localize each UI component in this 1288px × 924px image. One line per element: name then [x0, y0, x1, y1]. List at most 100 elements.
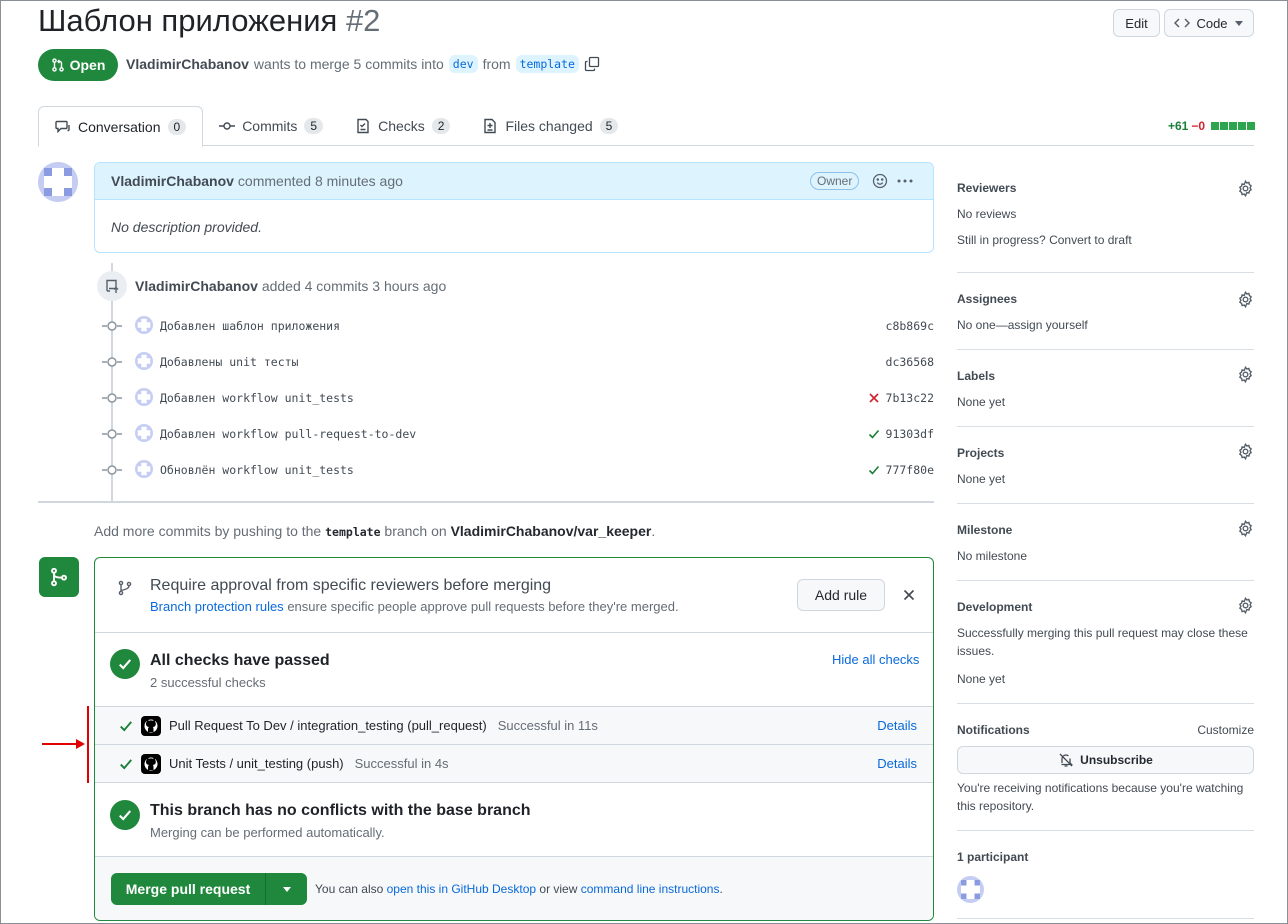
add-rule-button[interactable]: Add rule [797, 579, 885, 611]
check-row: Unit Tests / unit_testing (push) Success… [95, 745, 933, 783]
commit-node-icon [102, 321, 122, 331]
commit-sha[interactable]: dc36568 [886, 355, 934, 369]
customize-link[interactable]: Customize [1197, 723, 1254, 737]
commit-node-icon [102, 393, 122, 403]
git-branch-icon [51, 567, 67, 587]
commit-avatar[interactable] [135, 352, 153, 370]
from-text: from [482, 56, 511, 72]
commit-avatar[interactable] [135, 460, 153, 478]
code-icon [1174, 18, 1191, 28]
commit-node-icon [102, 357, 122, 367]
check-details-link[interactable]: Details [877, 718, 917, 733]
merge-footer: Merge pull request You can also open thi… [95, 857, 933, 920]
notifications-note: You're receiving notifications because y… [957, 781, 1244, 795]
merge-note: You can also open this in GitHub Desktop… [315, 882, 723, 896]
head-branch[interactable]: template [515, 55, 579, 73]
commit-message[interactable]: Добавлен workflow unit_tests [160, 391, 354, 405]
sidebar-projects: Projects None yet [957, 427, 1254, 504]
merge-options-button[interactable] [265, 873, 307, 905]
comment-action: commented 8 minutes ago [237, 173, 403, 189]
sidebar-heading: Projects [957, 446, 1005, 460]
tab-counter: 2 [431, 118, 451, 134]
check-icon[interactable] [868, 464, 880, 476]
edit-label: Edit [1125, 15, 1148, 31]
state-label: Open [69, 57, 106, 73]
commit-row: Добавлены unit тесты dc36568 [101, 350, 934, 374]
branch-protection-link[interactable]: Branch protection rules [150, 599, 284, 614]
gear-icon[interactable] [1237, 180, 1254, 197]
gear-icon[interactable] [1237, 291, 1254, 308]
success-badge [110, 800, 140, 830]
merge-status-icon [39, 557, 79, 597]
success-badge [110, 649, 140, 679]
code-button[interactable]: Code [1164, 9, 1254, 37]
bell-slash-icon [1059, 753, 1074, 767]
tab-counter: 5 [304, 118, 324, 134]
conflicts-subtitle: Merging can be performed automatically. [150, 825, 385, 840]
gear-icon[interactable] [1237, 443, 1254, 460]
push-event: VladimirChabanov added 4 commits 3 hours… [135, 278, 446, 294]
tab-files-changed[interactable]: Files changed 5 [466, 106, 634, 146]
gear-icon[interactable] [1237, 366, 1254, 383]
commit-sha[interactable]: 91303df [868, 427, 934, 441]
close-icon[interactable] [903, 589, 915, 601]
commit-sha-text: 7b13c22 [885, 391, 934, 405]
comment-author[interactable]: VladimirChabanov [111, 173, 234, 189]
commit-sha[interactable]: 777f80e [868, 463, 934, 477]
tab-commits[interactable]: Commits 5 [203, 106, 339, 146]
push-author[interactable]: VladimirChabanov [135, 278, 258, 294]
commit-row: Добавлен workflow unit_tests 7b13c22 [101, 386, 934, 410]
cli-instructions-link[interactable]: command line instructions [581, 882, 720, 896]
assign-yourself-link[interactable]: assign yourself [1008, 318, 1088, 332]
repo-link[interactable]: VladimirChabanov/var_keeper [451, 523, 652, 539]
check-icon[interactable] [868, 428, 880, 440]
commit-sha[interactable]: c8b869c [886, 319, 934, 333]
participant-avatar[interactable] [957, 876, 984, 903]
copy-icon[interactable] [584, 56, 600, 72]
owner-badge: Owner [810, 172, 860, 190]
pr-author-link[interactable]: VladimirChabanov [126, 56, 249, 72]
pr-title: Шаблон приложения [38, 3, 338, 38]
additions-count: +61 [1168, 119, 1189, 133]
hide-checks-link[interactable]: Hide all checks [832, 652, 919, 667]
check-details-link[interactable]: Details [877, 756, 917, 771]
git-branch-icon [118, 580, 132, 596]
base-branch[interactable]: dev [448, 55, 478, 73]
github-desktop-link[interactable]: open this in GitHub Desktop [387, 882, 536, 896]
check-status: Successful in 11s [497, 718, 598, 733]
commit-sha-text: dc36568 [885, 355, 934, 369]
comment-body: No description provided. [111, 219, 262, 235]
check-icon [119, 659, 132, 670]
unsubscribe-button[interactable]: Unsubscribe [957, 746, 1254, 774]
commit-node-icon [102, 429, 122, 439]
sidebar-divider [957, 918, 1254, 919]
merge-button[interactable]: Merge pull request [111, 873, 265, 905]
convert-to-draft-link[interactable]: Convert to draft [1049, 233, 1132, 247]
branch-rule-section: Require approval from specific reviewers… [95, 558, 933, 633]
gear-icon[interactable] [1237, 597, 1254, 614]
commit-avatar[interactable] [135, 316, 153, 334]
commit-message[interactable]: Обновлён workflow unit_tests [160, 463, 354, 477]
commit-avatar[interactable] [135, 424, 153, 442]
x-icon[interactable] [868, 392, 880, 404]
kebab-horizontal-icon[interactable] [896, 173, 914, 189]
identicon [38, 162, 78, 202]
draft-hint-text: Still in progress? [957, 233, 1046, 247]
sidebar-value: None yet [957, 395, 1006, 409]
page-title: Шаблон приложения #2 [38, 3, 380, 39]
commit-message[interactable]: Добавлен шаблон приложения [160, 319, 340, 333]
edit-button[interactable]: Edit [1113, 9, 1160, 37]
sidebar-value: No milestone [957, 549, 1028, 563]
commit-message[interactable]: Добавлены unit тесты [160, 355, 298, 369]
tab-checks[interactable]: Checks 2 [339, 106, 466, 146]
assignees-value: No one— [957, 318, 1008, 332]
gear-icon[interactable] [1237, 520, 1254, 537]
commit-message[interactable]: Добавлен workflow pull-request-to-dev [160, 427, 416, 441]
rule-title: Require approval from specific reviewers… [150, 577, 552, 594]
commit-sha[interactable]: 7b13c22 [868, 391, 934, 405]
tab-conversation[interactable]: Conversation 0 [38, 106, 204, 147]
commit-avatar[interactable] [135, 388, 153, 406]
smiley-icon[interactable] [872, 173, 888, 189]
push-hint-period: . [651, 523, 656, 539]
avatar[interactable] [38, 162, 78, 202]
